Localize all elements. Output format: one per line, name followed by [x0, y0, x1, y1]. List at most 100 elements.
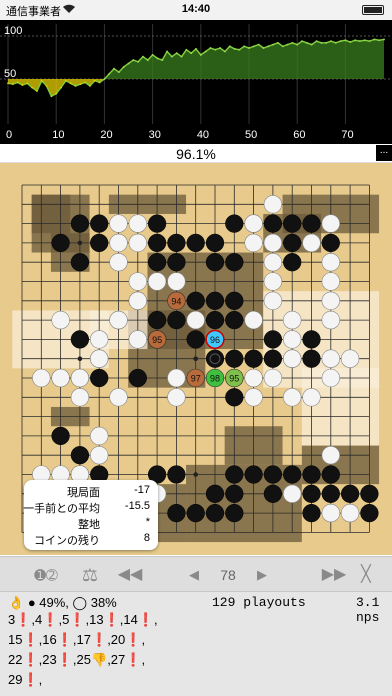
chart-point: [281, 45, 284, 48]
exclamation-icon: ❗: [91, 632, 108, 647]
chart-point: [349, 41, 352, 43]
chart-point: [7, 82, 9, 85]
chart-point: [146, 59, 149, 61]
black-stone: [263, 484, 283, 503]
scale-icon[interactable]: ⚖: [76, 563, 104, 587]
chart-point: [161, 59, 164, 61]
candidate-move-label: 95: [152, 335, 162, 345]
chart-point: [262, 47, 265, 49]
white-stone: [321, 272, 340, 291]
chart-point: [142, 55, 144, 58]
black-stone: [205, 503, 225, 523]
white-stone: [283, 349, 302, 368]
white-stone: [32, 368, 51, 388]
black-stone: [167, 253, 186, 272]
chart-point: [185, 48, 188, 51]
chart-point: [219, 47, 222, 49]
white-stone: [128, 233, 147, 253]
candidate-move-label: 96: [210, 335, 220, 345]
candidate-line: 15❗,16❗,17❗,20❗,: [8, 632, 145, 648]
chart-point: [310, 43, 313, 46]
candidate-number: ,5: [58, 612, 70, 627]
chart-point: [243, 45, 246, 48]
white-stone: [321, 503, 340, 523]
candidate-number: ,14: [119, 612, 138, 627]
black-winrate: ● 49%,: [27, 595, 69, 610]
white-stone: [283, 330, 302, 349]
white-stone: [321, 349, 340, 368]
playouts-count: 129 playouts: [212, 595, 306, 610]
chart-area-white: [8, 39, 384, 79]
winrate-chart[interactable]: 100 50 0 10 20 30 40 50 60 70: [0, 20, 392, 144]
black-stone: [225, 310, 244, 330]
chart-point: [180, 55, 183, 58]
chart-x-label: 50: [245, 129, 257, 141]
candidate-move-label: 97: [191, 374, 201, 384]
candidate-number: 22: [8, 652, 23, 667]
status-bar: 通信事業者 14:40: [0, 0, 392, 20]
chart-point: [257, 43, 260, 46]
black-stone: [225, 484, 244, 503]
chart-point: [214, 48, 217, 51]
toolbar: ➊➁ ⚖ ◀◀ ◀ 78 ▶ ▶▶ ╳: [0, 556, 392, 592]
popup-row-coins: コインの残り 8: [34, 532, 150, 547]
chart-point: [45, 84, 48, 87]
chart-point: [344, 39, 347, 42]
thumbs-down-icon: 👎: [91, 652, 108, 667]
chart-point: [291, 41, 294, 44]
nps-unit: nps: [356, 610, 380, 625]
chart-point: [301, 40, 303, 43]
candidate-move-label: 94: [171, 296, 181, 306]
black-stone: [263, 330, 283, 349]
chart-point: [373, 38, 376, 41]
white-stone: [321, 368, 340, 388]
white-stone: [70, 368, 90, 388]
chart-x-label: 20: [100, 129, 112, 141]
chart-x-label: 0: [6, 129, 12, 141]
white-stone: [321, 253, 340, 272]
popup-row-current: 現局面 -17: [67, 484, 150, 499]
black-stone: [225, 291, 244, 310]
white-stone: [244, 388, 263, 407]
chart-point: [89, 84, 91, 87]
chart-point: [122, 66, 125, 68]
white-stone: [51, 310, 70, 330]
white-stone: [283, 484, 302, 503]
next-move-button[interactable]: ▶: [252, 563, 272, 587]
more-button[interactable]: ...: [376, 145, 392, 161]
white-stone: [340, 503, 360, 523]
close-button[interactable]: ╳: [354, 563, 378, 587]
black-stone: [302, 503, 321, 523]
score-popup: 現局面 -17 一手前との平均 -15.5 整地 * コインの残り 8: [23, 480, 158, 550]
white-stone: [167, 368, 186, 388]
black-stone: [302, 465, 321, 484]
candidate-number: ,13: [85, 612, 104, 627]
battery-icon: [362, 5, 384, 15]
rewind-button[interactable]: ◀◀: [114, 563, 146, 587]
black-stone: [321, 484, 340, 503]
black-stone: [147, 310, 167, 330]
star-point: [77, 240, 83, 246]
candidate-move-label: 98: [210, 374, 220, 384]
black-stone: [205, 310, 225, 330]
chart-x-label: 30: [149, 129, 161, 141]
white-stone: [186, 310, 205, 330]
candidate-number: ,23: [38, 652, 57, 667]
chart-point: [127, 62, 130, 65]
chart-point: [74, 84, 77, 87]
chart-point: [238, 48, 241, 51]
players-toggle-button[interactable]: ➊➁: [28, 563, 64, 587]
star-point: [77, 356, 83, 361]
black-stone: [340, 484, 360, 503]
move-number: 78: [220, 567, 236, 583]
star-point: [193, 356, 198, 361]
chart-point: [84, 81, 87, 84]
chart-point: [170, 55, 173, 58]
black-stone: [263, 349, 283, 368]
white-stone: [283, 388, 302, 407]
white-stone: [321, 310, 340, 330]
exclamation-icon: ❗: [103, 612, 120, 627]
fast-forward-button[interactable]: ▶▶: [318, 563, 350, 587]
winrate-summary: 👌 ● 49%, ◯ 38%: [8, 595, 117, 611]
prev-move-button[interactable]: ◀: [184, 563, 204, 587]
